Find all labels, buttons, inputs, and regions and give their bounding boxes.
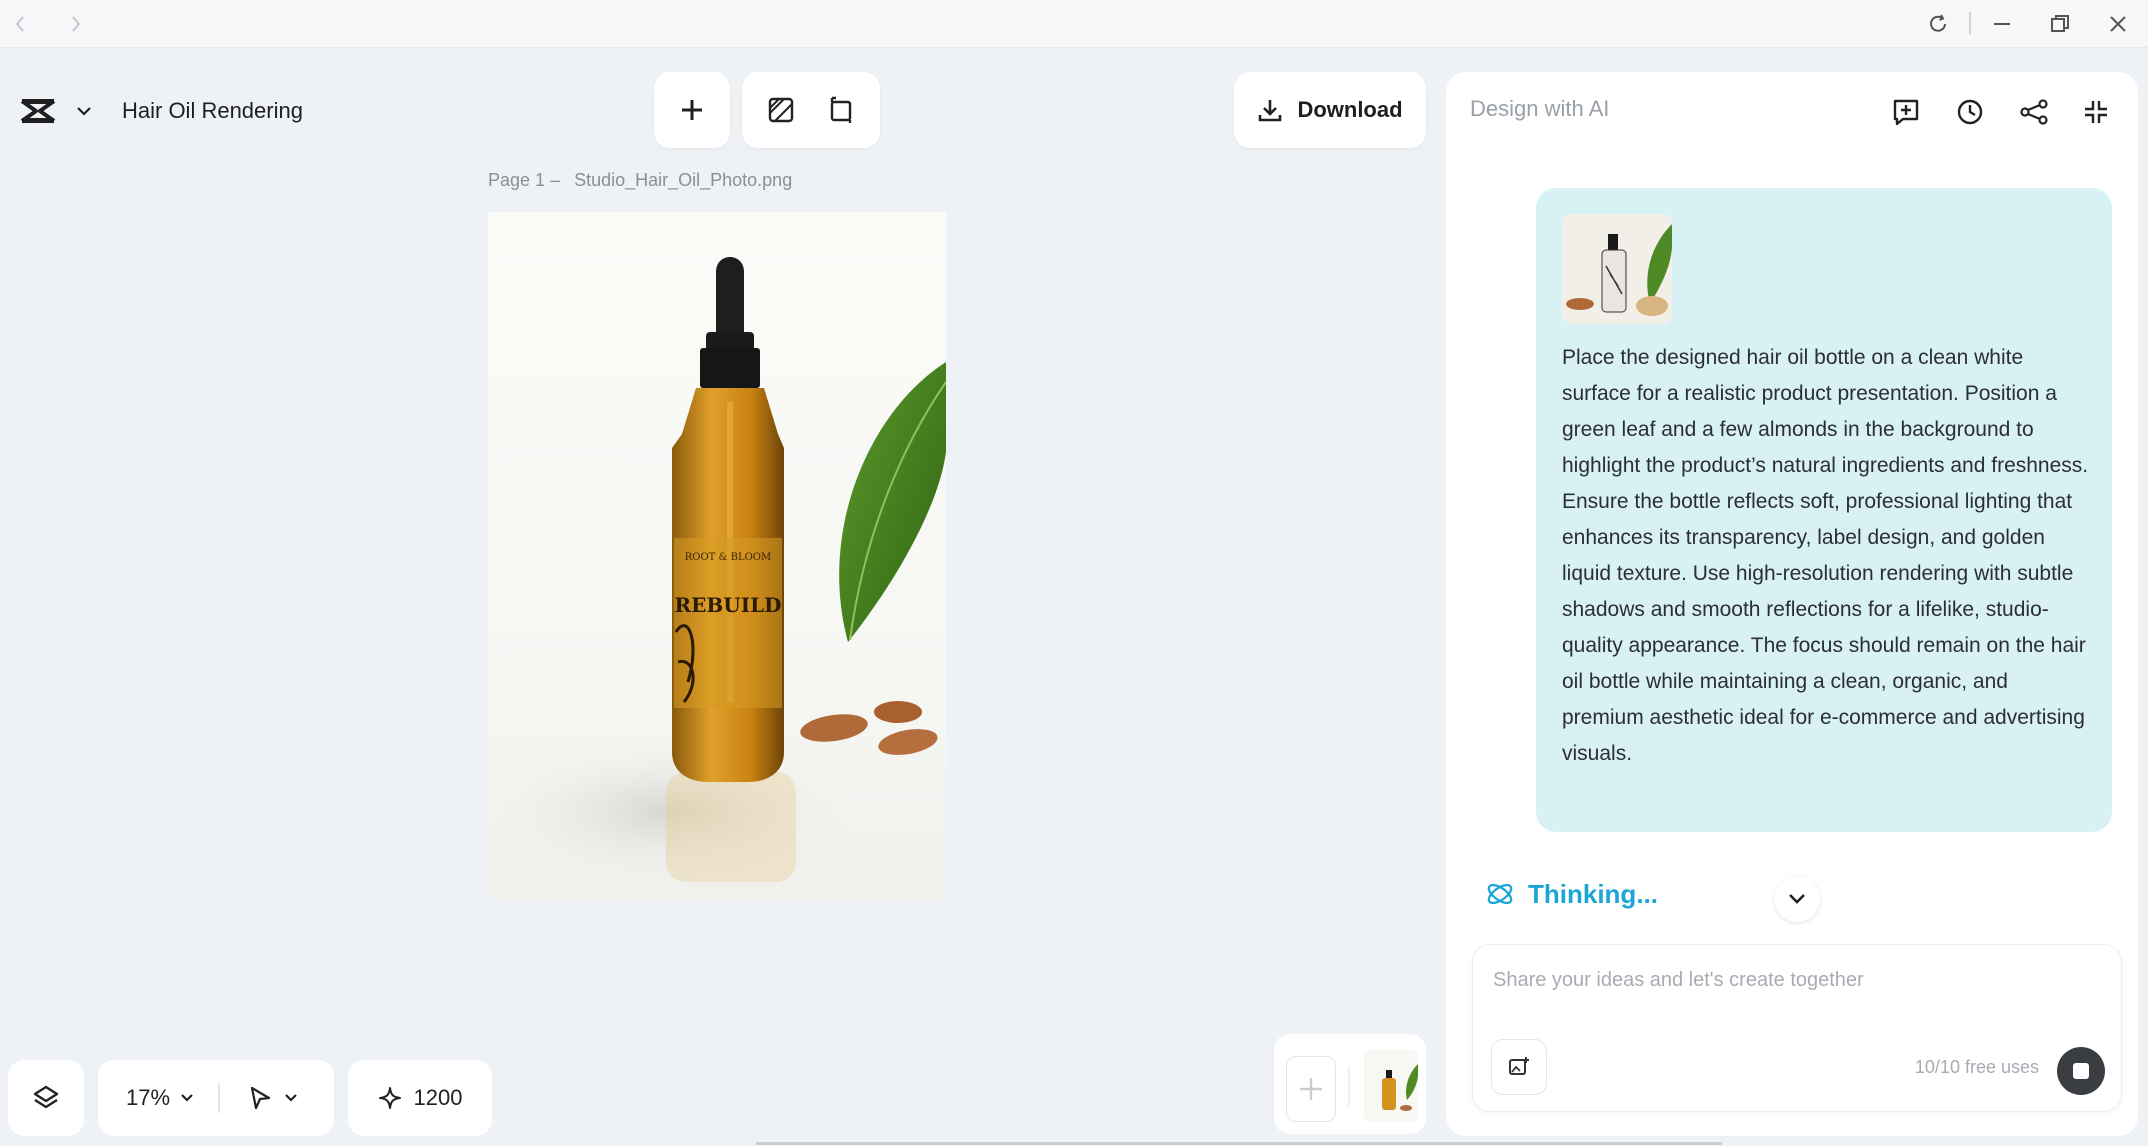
chevron-down-icon: [285, 1094, 297, 1102]
attached-image-thumbnail[interactable]: [1562, 214, 1672, 324]
close-icon: [2110, 16, 2126, 32]
add-button[interactable]: [654, 72, 730, 148]
credits-button[interactable]: 1200: [348, 1060, 492, 1136]
prompt-input[interactable]: [1493, 969, 2093, 992]
user-message-bubble: Place the designed hair oil bottle on a …: [1536, 188, 2112, 832]
capcut-logo-icon[interactable]: [20, 97, 56, 125]
collapse-icon: [2085, 101, 2107, 123]
project-header: Hair Oil Rendering: [0, 74, 336, 148]
page-thumbnail-1[interactable]: [1364, 1050, 1418, 1122]
attached-image: [1562, 214, 1672, 324]
forward-button[interactable]: [60, 8, 92, 40]
history-button[interactable]: [1950, 92, 1990, 132]
close-button[interactable]: [2102, 8, 2134, 40]
reload-button[interactable]: [1922, 8, 1954, 40]
back-button[interactable]: [4, 8, 36, 40]
minimize-button[interactable]: [1986, 8, 2018, 40]
chevron-down-icon: [1789, 894, 1805, 904]
add-image-icon: [1509, 1057, 1529, 1075]
new-chat-icon: [1893, 99, 1919, 126]
file-name-label[interactable]: Studio_Hair_Oil_Photo.png: [574, 170, 792, 190]
chevron-down-icon: [181, 1094, 193, 1102]
page-thumbnail-image: [1364, 1050, 1418, 1122]
remove-background-icon[interactable]: [767, 96, 795, 124]
titlebar-divider: [1969, 12, 1971, 34]
plus-icon: [682, 100, 702, 120]
horizontal-scrollbar[interactable]: [756, 1142, 1722, 1145]
add-page-button[interactable]: [1286, 1056, 1336, 1122]
canvas-tools: [742, 72, 880, 148]
chevron-left-icon: [15, 16, 24, 32]
thumbnail-divider: [1348, 1066, 1350, 1106]
toolbar-divider: [218, 1083, 221, 1113]
composer: 10/10 free uses: [1472, 944, 2122, 1112]
pointer-icon: [250, 1086, 271, 1110]
chevron-down-icon[interactable]: [76, 105, 92, 117]
thinking-label: Thinking...: [1528, 878, 1658, 909]
product-photo: ROOT & BLOOM REBUILD: [488, 257, 946, 892]
download-label: Download: [1297, 97, 1403, 122]
free-uses-counter: 10/10 free uses: [1914, 1057, 2039, 1077]
sparkle-icon: [378, 1087, 401, 1109]
bottle-brand-text: ROOT & BLOOM: [685, 552, 771, 563]
download-button[interactable]: Download: [1234, 72, 1426, 148]
ai-sparkle-icon: [1487, 883, 1513, 905]
minimize-icon: [1994, 23, 2010, 25]
download-icon: [1259, 100, 1282, 122]
expand-thinking-button[interactable]: [1774, 876, 1820, 922]
pointer-tool-dropdown[interactable]: [248, 1085, 298, 1111]
history-icon: [1957, 99, 1983, 125]
ai-design-panel: Design with AI Place the designed hair o…: [1446, 72, 2138, 1136]
page-thumbnails: [1274, 1034, 1426, 1134]
add-image-button[interactable]: [1491, 1039, 1547, 1095]
message-text: Place the designed hair oil bottle on a …: [1562, 346, 2089, 765]
layers-icon: [33, 1085, 59, 1109]
restore-button[interactable]: [2044, 8, 2076, 40]
stop-icon: [2073, 1063, 2089, 1079]
stop-generation-button[interactable]: [2057, 1047, 2105, 1095]
collapse-button[interactable]: [2076, 92, 2116, 132]
layers-button[interactable]: [8, 1060, 84, 1136]
new-chat-button[interactable]: [1886, 92, 1926, 132]
share-icon: [2020, 99, 2048, 125]
thinking-status: Thinking...: [1484, 878, 1658, 910]
reload-icon: [1930, 14, 1946, 32]
zoom-and-pointer-controls: 17%: [98, 1060, 334, 1136]
credits-count: 1200: [413, 1085, 463, 1110]
zoom-level: 17%: [126, 1085, 171, 1110]
chevron-right-icon: [72, 16, 81, 32]
canvas-image[interactable]: ROOT & BLOOM REBUILD: [488, 212, 946, 900]
plus-icon: [1300, 1078, 1322, 1100]
panel-title: Design with AI: [1470, 96, 1610, 121]
restore-icon: [2051, 15, 2069, 32]
bottle-name-text: REBUILD: [675, 593, 782, 617]
page-number-label: Page 1 –: [488, 170, 561, 190]
zoom-dropdown[interactable]: 17%: [126, 1085, 194, 1111]
share-button[interactable]: [2014, 92, 2054, 132]
resize-icon[interactable]: [827, 96, 855, 124]
page-label: Page 1 – Studio_Hair_Oil_Photo.png: [488, 170, 792, 191]
project-title[interactable]: Hair Oil Rendering: [122, 98, 303, 124]
window-titlebar: [0, 0, 2148, 48]
